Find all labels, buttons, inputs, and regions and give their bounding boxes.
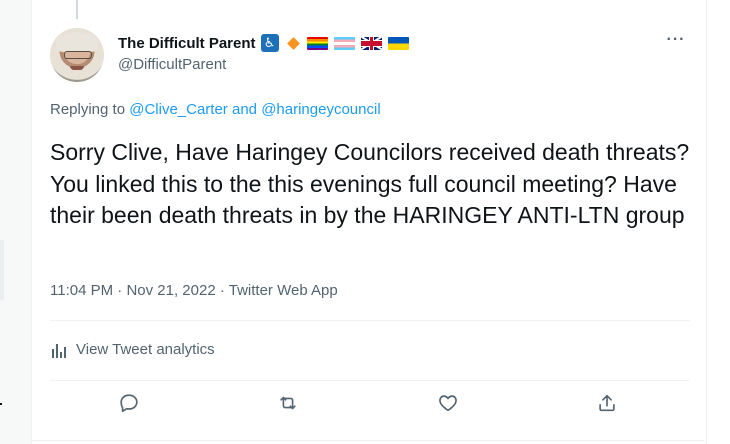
background-shadow bbox=[0, 240, 4, 300]
tweet-source[interactable]: Twitter Web App bbox=[229, 282, 338, 299]
retweet-button[interactable] bbox=[277, 392, 301, 416]
avatar[interactable] bbox=[50, 28, 104, 82]
avatar-hair bbox=[56, 32, 98, 52]
view-analytics-label: View Tweet analytics bbox=[76, 341, 215, 358]
author-display-name[interactable]: The Difficult Parent bbox=[118, 35, 256, 52]
tweet-text: Sorry Clive, Have Haringey Councilors re… bbox=[50, 139, 690, 228]
meta-separator: · bbox=[117, 282, 123, 299]
heart-icon bbox=[439, 395, 457, 412]
reply-mention-haringey[interactable]: @haringeycouncil bbox=[261, 101, 380, 118]
share-icon bbox=[599, 394, 615, 412]
reply-mention-and[interactable]: and bbox=[232, 101, 257, 118]
thread-connector-line bbox=[76, 0, 78, 19]
divider bbox=[50, 320, 690, 321]
rainbow-flag-icon bbox=[306, 36, 328, 50]
accessibility-icon: ♿ bbox=[260, 34, 279, 52]
replying-to-label: Replying to bbox=[50, 101, 126, 118]
replying-to-line: Replying to @Clive_Carter and @haringeyc… bbox=[50, 101, 381, 118]
avatar-glasses bbox=[64, 51, 92, 59]
background-timeline-strip bbox=[0, 0, 31, 444]
divider bbox=[31, 440, 705, 441]
ukraine-flag-icon bbox=[387, 36, 409, 50]
more-options-icon[interactable]: ··· bbox=[664, 32, 688, 49]
reply-icon bbox=[120, 394, 138, 413]
reply-button[interactable] bbox=[118, 392, 142, 416]
tweet-metadata: 11:04 PM · Nov 21, 2022 · Twitter Web Ap… bbox=[50, 282, 338, 299]
author-name-row: The Difficult Parent ♿ bbox=[118, 33, 409, 53]
meta-separator: · bbox=[219, 282, 225, 299]
share-button[interactable] bbox=[596, 392, 620, 416]
analytics-bars-icon bbox=[50, 342, 68, 358]
reply-mention-clive[interactable]: @Clive_Carter bbox=[129, 101, 228, 118]
divider bbox=[50, 380, 690, 381]
uk-flag-icon bbox=[360, 36, 382, 50]
tweet-time[interactable]: 11:04 PM bbox=[50, 282, 113, 299]
tweet-actions-bar bbox=[0, 392, 730, 422]
retweet-icon bbox=[280, 396, 296, 410]
orange-diamond-icon bbox=[286, 36, 300, 50]
author-handle[interactable]: @DifficultParent bbox=[118, 56, 226, 73]
avatar-mouth bbox=[70, 66, 84, 70]
transgender-flag-icon bbox=[333, 36, 355, 50]
like-button[interactable] bbox=[437, 392, 461, 416]
tweet-date[interactable]: Nov 21, 2022 bbox=[126, 282, 215, 299]
view-analytics-link[interactable]: View Tweet analytics bbox=[50, 341, 215, 358]
